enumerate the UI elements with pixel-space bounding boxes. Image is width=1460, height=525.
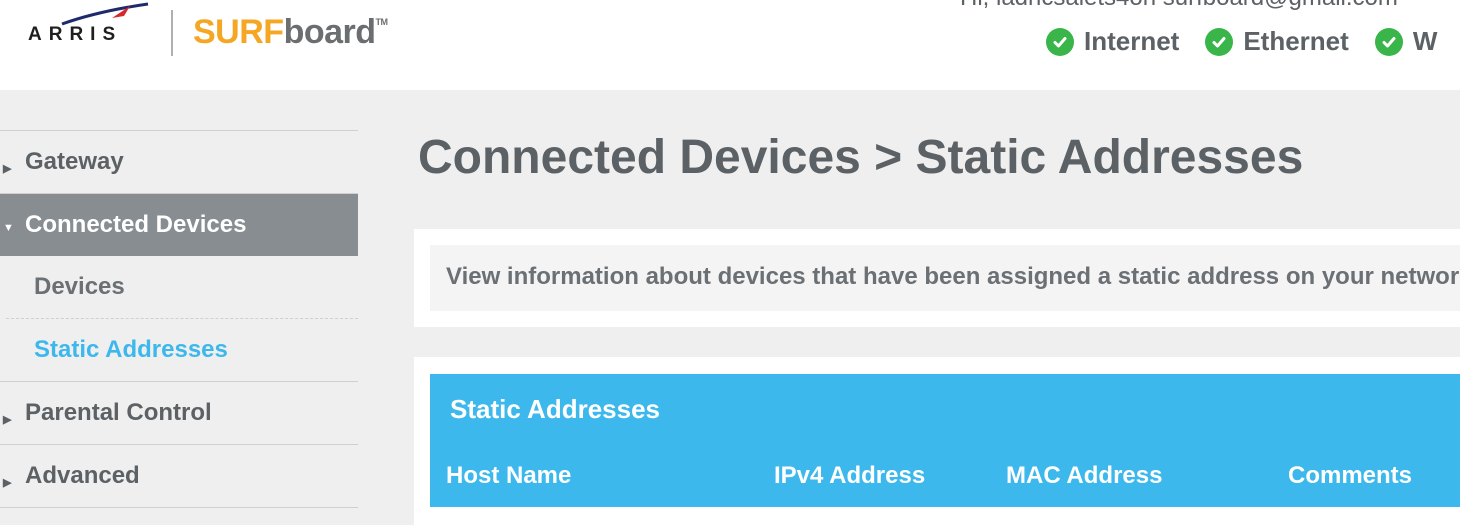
caret-right-icon: ▶ (3, 413, 12, 426)
header: ARRIS SURFboardTM Hi, ladricsalets4on su… (0, 0, 1460, 90)
status-wifi[interactable]: W (1374, 26, 1438, 57)
surfboard-logo-tm: TM (375, 17, 389, 27)
connection-status-bar: Internet Ethernet W (1046, 26, 1460, 57)
info-panel: View information about devices that have… (414, 229, 1460, 327)
status-internet[interactable]: Internet (1046, 26, 1179, 57)
column-header-ipv4-address[interactable]: IPv4 Address (774, 462, 925, 490)
sidebar-subitem-static-addresses[interactable]: Static Addresses (0, 319, 358, 381)
surfboard-logo: SURFboardTM (193, 13, 388, 52)
sidebar-item-gateway[interactable]: ▶ Gateway (0, 130, 358, 193)
arris-logo: ARRIS (28, 24, 123, 45)
surfboard-logo-surf: SURF (193, 13, 284, 51)
user-greeting: Hi, ladricsalets4on surfboard@gmail.com (960, 0, 1398, 12)
sidebar-item-label: Connected Devices (25, 211, 247, 238)
sidebar-subitem-label: Static Addresses (34, 336, 228, 363)
sidebar-item-connected-devices[interactable]: ▼ Connected Devices (0, 193, 358, 256)
status-label: Ethernet (1243, 26, 1349, 56)
surfboard-logo-board: board (283, 13, 376, 51)
column-header-mac-address[interactable]: MAC Address (1006, 462, 1162, 490)
status-label: W (1412, 26, 1438, 56)
check-circle-icon (1046, 27, 1074, 56)
info-description: View information about devices that have… (446, 263, 1460, 290)
info-panel-inner: View information about devices that have… (430, 245, 1460, 311)
sidebar-item-parental-control[interactable]: ▶ Parental Control (0, 381, 358, 444)
caret-right-icon: ▶ (3, 476, 12, 489)
sidebar-subitem-devices[interactable]: Devices (6, 256, 358, 319)
page-title: Connected Devices > Static Addresses (418, 131, 1304, 184)
sidebar-subitem-label: Devices (34, 273, 125, 300)
caret-right-icon: ▶ (3, 162, 12, 175)
static-addresses-table: Static Addresses Host Name IPv4 Address … (414, 357, 1460, 525)
status-ethernet[interactable]: Ethernet (1205, 26, 1349, 57)
caret-down-icon: ▼ (3, 222, 14, 234)
sidebar-item-advanced[interactable]: ▶ Advanced (0, 444, 358, 508)
column-header-comments[interactable]: Comments (1288, 462, 1412, 490)
table-title: Static Addresses (450, 394, 661, 424)
logo-divider (171, 10, 173, 56)
column-header-host-name[interactable]: Host Name (446, 462, 571, 490)
sidebar-item-label: Gateway (25, 148, 124, 175)
check-circle-icon (1374, 27, 1403, 56)
sidebar-item-label: Parental Control (25, 399, 212, 426)
sidebar-nav: ▶ Gateway ▼ Connected Devices Devices St… (0, 130, 358, 508)
arris-swoosh-icon (61, 2, 149, 26)
check-circle-icon (1205, 27, 1234, 56)
table-header: Static Addresses Host Name IPv4 Address … (430, 374, 1460, 507)
sidebar-item-label: Advanced (25, 462, 140, 489)
status-label: Internet (1084, 26, 1180, 56)
